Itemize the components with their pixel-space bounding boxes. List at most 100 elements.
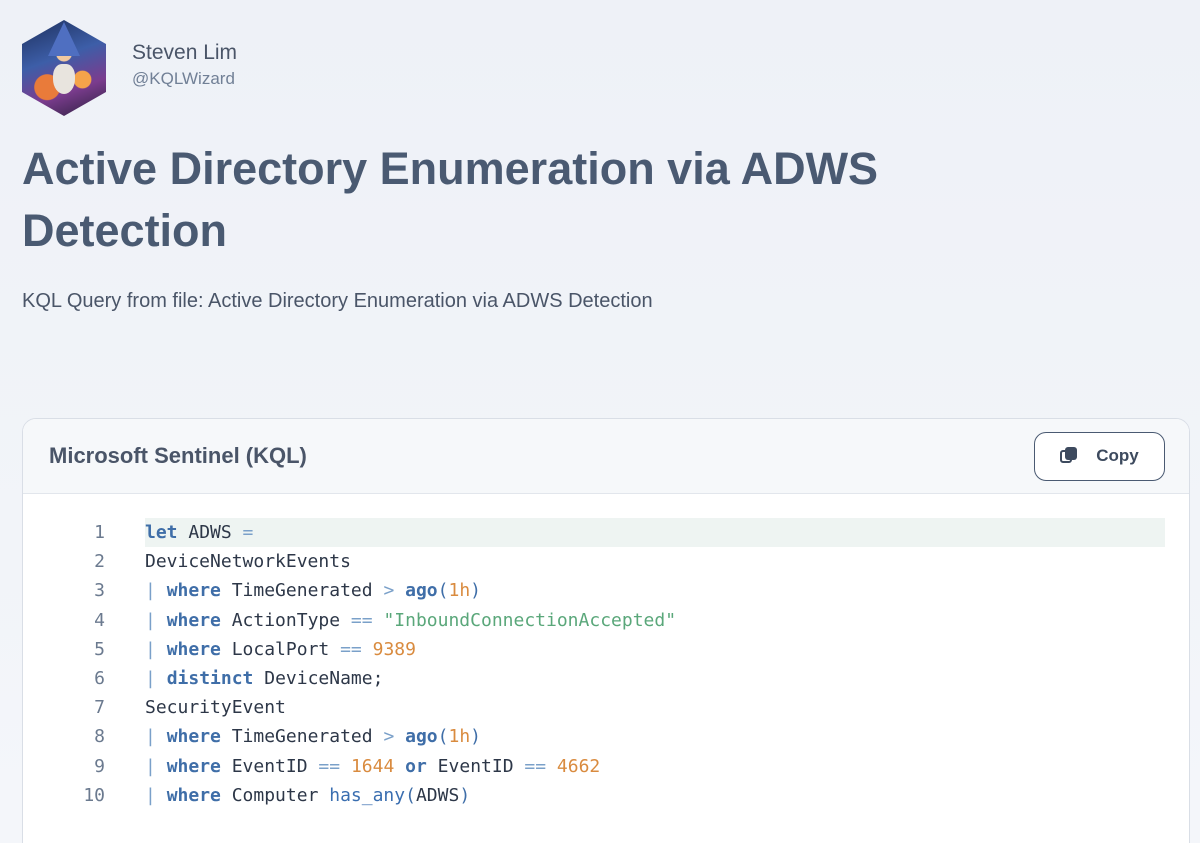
line-number: 3 <box>94 580 105 602</box>
code-line-text: let ADWS = <box>145 518 1165 548</box>
author-text: Steven Lim @KQLWizard <box>132 39 237 91</box>
code-token: ago <box>405 580 438 602</box>
code-token: 1644 <box>350 755 395 777</box>
author-handle[interactable]: @KQLWizard <box>132 67 237 91</box>
wizard-beard-shape <box>53 64 75 94</box>
author-block: Steven Lim @KQLWizard <box>22 20 237 116</box>
code-token: ( <box>437 580 449 602</box>
code-token: distinct <box>166 667 254 689</box>
code-token: | <box>145 609 156 631</box>
code-line-text: | distinct DeviceName; <box>145 664 1165 693</box>
code-token: | <box>145 638 156 660</box>
copy-button-label: Copy <box>1096 446 1139 465</box>
code-token: EventID <box>220 755 319 777</box>
code-line-text: | where TimeGenerated > ago(1h) <box>145 722 1165 751</box>
code-token: ADWS <box>177 522 243 543</box>
wizard-hat-shape <box>48 22 80 56</box>
code-token: == <box>524 755 547 777</box>
code-token: = <box>242 522 254 543</box>
code-line: 4 | where ActionType == "InboundConnectio… <box>23 606 1189 635</box>
code-token: > <box>383 726 395 748</box>
code-token: ActionType <box>220 609 351 631</box>
line-number: 9 <box>94 755 105 777</box>
code-line-text: | where Computer has_any(ADWS) <box>145 781 1165 810</box>
code-line-text: | where LocalPort == 9389 <box>145 635 1165 664</box>
code-line: 1 let ADWS = <box>23 518 1189 548</box>
code-token: where <box>166 755 221 777</box>
code-token: DeviceName; <box>253 667 384 689</box>
code-line-text: DeviceNetworkEvents <box>145 547 1165 576</box>
code-token: 9389 <box>372 638 416 660</box>
code-token: 1h <box>448 726 471 748</box>
code-token: | <box>145 580 156 602</box>
code-token: where <box>166 580 221 602</box>
code-token: DeviceNetworkEvents <box>145 551 351 573</box>
code-line-text: | where ActionType == "InboundConnection… <box>145 606 1165 635</box>
code-line: 7 SecurityEvent <box>23 693 1189 722</box>
line-number: 10 <box>83 784 105 806</box>
page-title: Active Directory Enumeration via ADWS De… <box>22 143 879 256</box>
code-token: > <box>383 580 395 602</box>
code-line-text: | where TimeGenerated > ago(1h) <box>145 576 1165 605</box>
code-token: LocalPort <box>220 638 341 660</box>
page-subtitle: KQL Query from file: Active Directory En… <box>22 290 653 312</box>
code-token: | <box>145 726 156 748</box>
code-token: == <box>350 609 373 631</box>
line-number: 7 <box>94 697 105 719</box>
code-card-title: Microsoft Sentinel (KQL) <box>49 443 307 468</box>
code-token: has_any <box>329 784 406 806</box>
line-number: 8 <box>94 726 105 748</box>
author-name[interactable]: Steven Lim <box>132 39 237 67</box>
code-block[interactable]: 1 let ADWS = 2 DeviceNetworkEvents 3 | where … <box>23 494 1189 810</box>
code-token: SecurityEvent <box>145 697 286 719</box>
code-line: 2 DeviceNetworkEvents <box>23 547 1189 576</box>
code-token: == <box>340 638 362 660</box>
code-token: TimeGenerated <box>220 580 384 602</box>
code-token: where <box>166 638 221 660</box>
code-token: | <box>145 784 156 806</box>
code-token: ) <box>470 726 482 748</box>
code-token: == <box>318 755 341 777</box>
code-line-text: SecurityEvent <box>145 693 1165 722</box>
code-card: Microsoft Sentinel (KQL) Copy 1 let ADWS … <box>22 418 1190 843</box>
copy-button[interactable]: Copy <box>1034 431 1165 481</box>
code-line: 3 | where TimeGenerated > ago(1h) <box>23 576 1189 605</box>
code-token: where <box>166 609 221 631</box>
code-token: | <box>145 667 156 689</box>
code-token: Computer <box>220 784 330 806</box>
code-token: ( <box>405 784 416 806</box>
line-number: 2 <box>94 551 105 573</box>
code-token: | <box>145 755 156 777</box>
code-token: EventID <box>426 755 525 777</box>
code-token: 1h <box>448 580 471 602</box>
line-number: 5 <box>94 638 105 660</box>
code-token: ADWS <box>415 784 460 806</box>
code-token: ago <box>405 726 438 748</box>
author-avatar[interactable] <box>22 20 106 116</box>
code-token: let <box>145 522 178 543</box>
line-number: 6 <box>94 667 105 689</box>
copy-icon <box>1060 447 1078 465</box>
code-token: TimeGenerated <box>220 726 384 748</box>
code-card-header: Microsoft Sentinel (KQL) Copy <box>23 419 1189 494</box>
code-token: "InboundConnectionAccepted" <box>383 609 677 631</box>
code-line: 10 | where Computer has_any(ADWS) <box>23 781 1189 810</box>
code-line: 6 | distinct DeviceName; <box>23 664 1189 693</box>
code-token: where <box>166 784 221 806</box>
code-token: or <box>405 755 427 777</box>
code-token: ) <box>470 580 482 602</box>
